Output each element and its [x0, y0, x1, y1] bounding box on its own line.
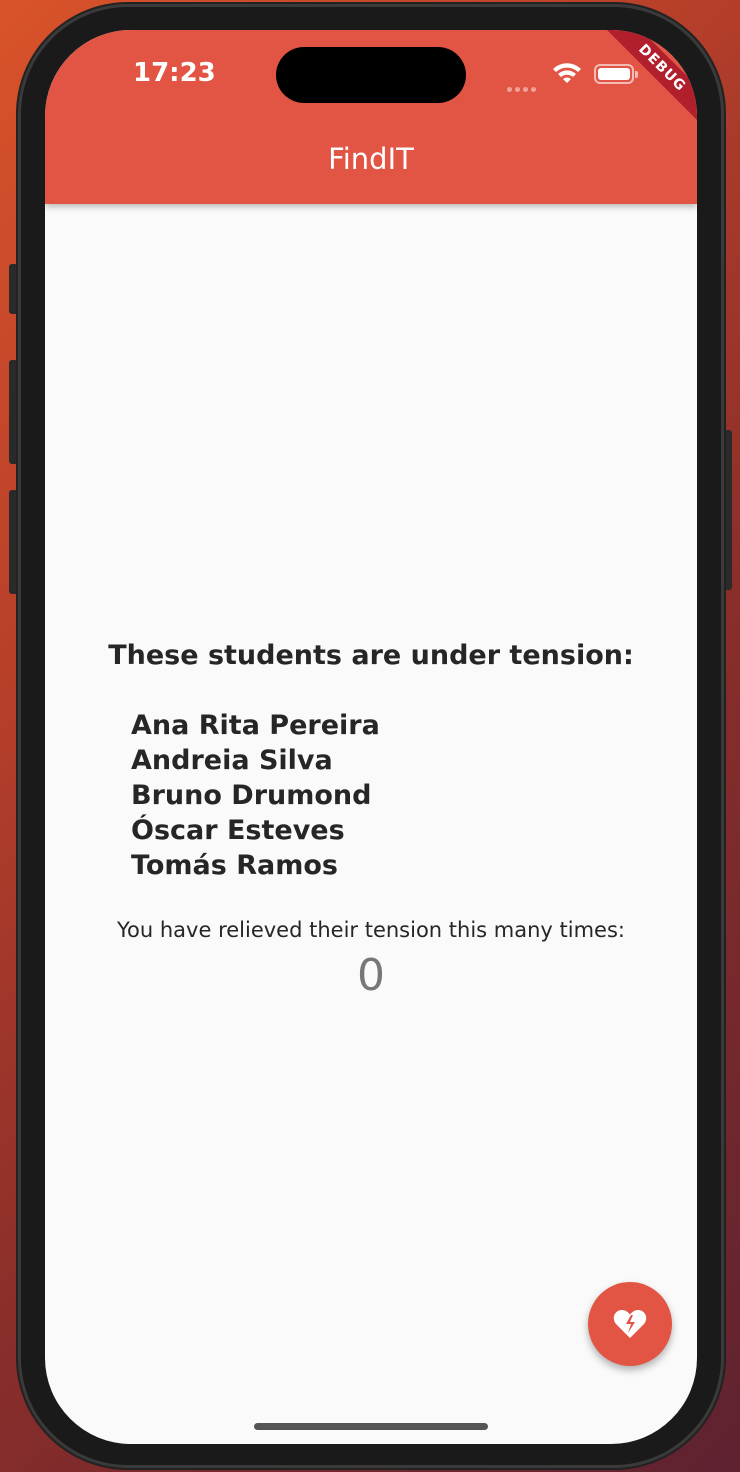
student-item: Óscar Esteves [131, 815, 345, 846]
power-button [723, 430, 732, 590]
cellular-signal-icon [507, 77, 539, 96]
app-bar: 17:23 DEBUG FindIT [45, 30, 697, 204]
volume-up-button [9, 360, 18, 464]
student-item: Andreia Silva [131, 745, 333, 776]
main-content: These students are under tension: Ana Ri… [45, 204, 697, 1444]
wifi-icon [553, 63, 581, 83]
dynamic-island [276, 47, 466, 103]
battery-icon [594, 64, 638, 84]
app-title: FindIT [328, 142, 414, 176]
counter-label: You have relieved their tension this man… [117, 918, 625, 942]
status-time: 17:23 [133, 58, 216, 88]
silent-switch [9, 264, 18, 314]
student-item: Ana Rita Pereira [131, 710, 380, 741]
broken-heart-icon [613, 1310, 647, 1338]
counter-value: 0 [357, 950, 385, 1001]
student-item: Bruno Drumond [131, 780, 372, 811]
phone-screen: 17:23 DEBUG FindIT These students are un… [45, 30, 697, 1444]
student-item: Tomás Ramos [131, 850, 338, 881]
home-indicator[interactable] [254, 1423, 488, 1430]
student-list: Ana Rita Pereira Andreia Silva Bruno Dru… [131, 708, 380, 883]
volume-down-button [9, 490, 18, 594]
relieve-tension-button[interactable] [588, 1282, 672, 1366]
tension-heading: These students are under tension: [108, 640, 634, 671]
